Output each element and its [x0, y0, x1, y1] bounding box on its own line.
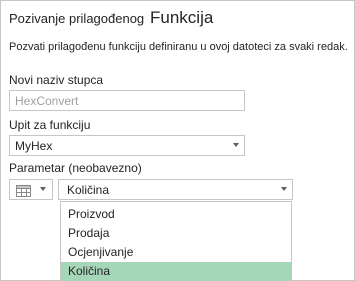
chevron-down-icon: [233, 143, 239, 147]
new-column-name-label: Novi naziv stupca: [9, 73, 104, 87]
dropdown-option-proizvod[interactable]: Proizvod: [61, 205, 291, 224]
dialog-title: Pozivanje prilagođenog Funkcija: [9, 6, 346, 32]
chevron-down-icon: [40, 187, 46, 191]
parameter-select[interactable]: Količina: [58, 179, 293, 200]
function-query-select[interactable]: MyHex: [9, 135, 245, 156]
parameter-dropdown-list: Proizvod Prodaja Ocjenjivanje Količina: [60, 201, 292, 281]
dropdown-option-ocjenjivanje[interactable]: Ocjenjivanje: [61, 243, 291, 262]
new-column-name-value: HexConvert: [15, 94, 79, 108]
dropdown-option-kolicina[interactable]: Količina: [61, 262, 291, 281]
chevron-down-icon: [281, 187, 287, 191]
dialog-title-main: Funkcija: [150, 8, 214, 27]
dropdown-option-prodaja[interactable]: Prodaja: [61, 224, 291, 243]
dialog-title-prefix: Pozivanje prilagođenog: [9, 11, 145, 26]
parameter-type-button[interactable]: [9, 179, 53, 200]
function-query-value: MyHex: [15, 139, 53, 153]
new-column-name-input[interactable]: HexConvert: [9, 90, 245, 111]
table-icon: [16, 184, 31, 202]
invoke-custom-function-dialog: Pozivanje prilagođenog Funkcija Pozvati …: [0, 0, 355, 281]
parameter-select-value: Količina: [67, 183, 110, 197]
function-query-label: Upit za funkciju: [9, 118, 91, 132]
dialog-description: Pozvati prilagođenu funkciju definiranu …: [9, 41, 347, 53]
parameter-label: Parametar (neobavezno): [9, 161, 142, 175]
